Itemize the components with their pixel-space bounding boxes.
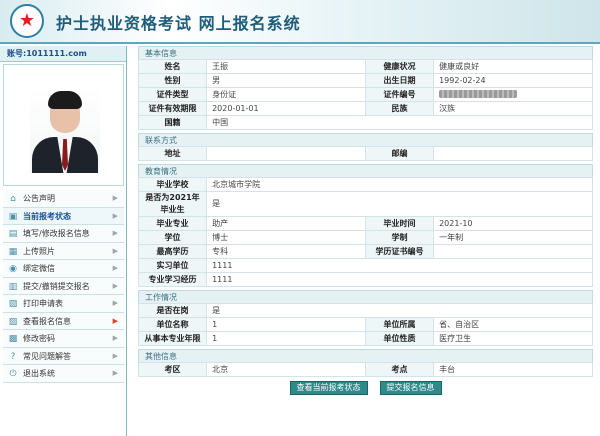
table-row: 是否为2021年毕业生 是: [137, 191, 593, 217]
section-title-work: 工作情况: [138, 290, 593, 303]
table-row: 是否在岗 是: [137, 303, 593, 318]
table-row: 专业学习经历 1111: [137, 272, 593, 287]
table-row: 单位名称 1 单位所属 省、自治区: [137, 317, 593, 332]
table-row: 毕业专业 助产 毕业时间 2021-10: [137, 216, 593, 231]
section-title-contact: 联系方式: [138, 133, 593, 146]
table-row: 实习单位 1111: [137, 258, 593, 273]
arrow-icon: ▶: [112, 281, 118, 290]
table-row: 毕业学校 北京城市学院: [137, 177, 593, 192]
education-table: 毕业学校 北京城市学院 是否为2021年毕业生 是 毕业专业 助产 毕业时间 2…: [137, 177, 593, 287]
view-icon: ▨: [8, 316, 18, 327]
applicant-photo: [30, 87, 100, 173]
arrow-icon: ▶: [112, 264, 118, 272]
menu-item-faq[interactable]: ? 常见问题解答 ▶: [3, 347, 124, 365]
faq-icon: ?: [10, 351, 16, 362]
other-table: 考区 北京 考点 丰台: [137, 362, 593, 377]
submit-icon: ▥: [8, 281, 18, 292]
status-icon: ▣: [8, 211, 18, 222]
sidebar: 账号:1011111.com ⌂ 公告声明 ▶ ▣ 当前报考状态 ▶ ▤ 填写/修改报名信…: [0, 46, 127, 436]
menu-item-edit-info[interactable]: ▤ 填写/修改报名信息 ▶: [3, 225, 124, 243]
menu-item-logout[interactable]: ⏻ 退出系统 ▶: [3, 365, 124, 383]
form-icon: ▤: [8, 229, 18, 239]
arrow-icon: ▶: [112, 194, 118, 202]
table-row: 最高学历 专科 学历证书编号: [137, 244, 593, 259]
print-icon: ▧: [8, 299, 18, 309]
section-title-education: 教育情况: [138, 164, 593, 177]
table-row: 地址 邮编: [137, 146, 593, 161]
arrow-icon: ▶: [112, 369, 118, 377]
menu-item-wechat[interactable]: ◉ 绑定微信 ▶: [3, 260, 124, 278]
table-row: 从事本专业年限 1 单位性质 医疗卫生: [137, 331, 593, 346]
section-title-other: 其他信息: [138, 349, 593, 362]
menu-item-view[interactable]: ▨ 查看报名信息 ▶: [3, 312, 124, 330]
submit-info-button[interactable]: 提交报名信息: [379, 381, 442, 395]
logout-icon: ⏻: [9, 369, 17, 379]
sidebar-menu: ⌂ 公告声明 ▶ ▣ 当前报考状态 ▶ ▤ 填写/修改报名信息 ▶ ▦ 上传照片 ▶ ◉ 绑定微信…: [3, 190, 124, 383]
menu-item-password[interactable]: ▩ 修改密码 ▶: [3, 330, 124, 348]
table-row: 证件有效期限 2020-01-01 民族 汉族: [137, 101, 593, 116]
table-row: 姓名 王振 健康状况 健康或良好: [137, 59, 593, 74]
main-content: 基本信息 姓名 王振 健康状况 健康或良好 性别 男 出生日期 1992-02-…: [137, 46, 593, 436]
table-row: 证件类型 身份证 证件编号: [137, 87, 593, 102]
menu-item-status[interactable]: ▣ 当前报考状态 ▶: [3, 207, 124, 225]
wechat-icon: ◉: [9, 264, 17, 274]
user-account: 账号:1011111.com: [0, 46, 126, 62]
arrow-icon: ▶: [112, 246, 118, 255]
contact-table: 地址 邮编: [137, 146, 593, 161]
section-title-basic: 基本信息: [138, 46, 593, 59]
menu-item-submit[interactable]: ▥ 提交/撤销提交报名 ▶: [3, 277, 124, 295]
site-title: 护士执业资格考试 网上报名系统: [56, 14, 301, 33]
home-icon: ⌂: [10, 194, 16, 204]
menu-item-print[interactable]: ▧ 打印申请表 ▶: [3, 295, 124, 313]
password-icon: ▩: [8, 334, 18, 344]
action-buttons: 查看当前报考状态 提交报名信息: [138, 377, 593, 399]
table-row: 性别 男 出生日期 1992-02-24: [137, 73, 593, 88]
arrow-icon: ▶: [112, 229, 118, 237]
table-row: 国籍 中国: [137, 115, 593, 130]
logo-icon: ★: [10, 4, 44, 38]
basic-info-table: 姓名 王振 健康状况 健康或良好 性别 男 出生日期 1992-02-24 证件…: [137, 59, 593, 130]
table-row: 学位 博士 学制 一年制: [137, 230, 593, 245]
redacted-id-number: [439, 90, 518, 98]
table-row: 考区 北京 考点 丰台: [137, 362, 593, 377]
arrow-icon: ▶: [112, 211, 118, 220]
arrow-icon: ▶: [112, 334, 118, 342]
photo-icon: ▦: [8, 246, 18, 257]
view-status-button[interactable]: 查看当前报考状态: [289, 381, 368, 395]
menu-item-notice[interactable]: ⌂ 公告声明 ▶: [3, 190, 124, 208]
menu-item-upload-photo[interactable]: ▦ 上传照片 ▶: [3, 242, 124, 260]
arrow-icon: ▶: [112, 299, 118, 307]
app-header: ★ 护士执业资格考试 网上报名系统: [0, 0, 600, 44]
arrow-icon: ▶: [112, 316, 118, 325]
photo-frame: [3, 64, 124, 186]
work-table: 是否在岗 是 单位名称 1 单位所属 省、自治区 从事本专业年限 1 单位性质 …: [137, 303, 593, 346]
arrow-icon: ▶: [112, 351, 118, 360]
